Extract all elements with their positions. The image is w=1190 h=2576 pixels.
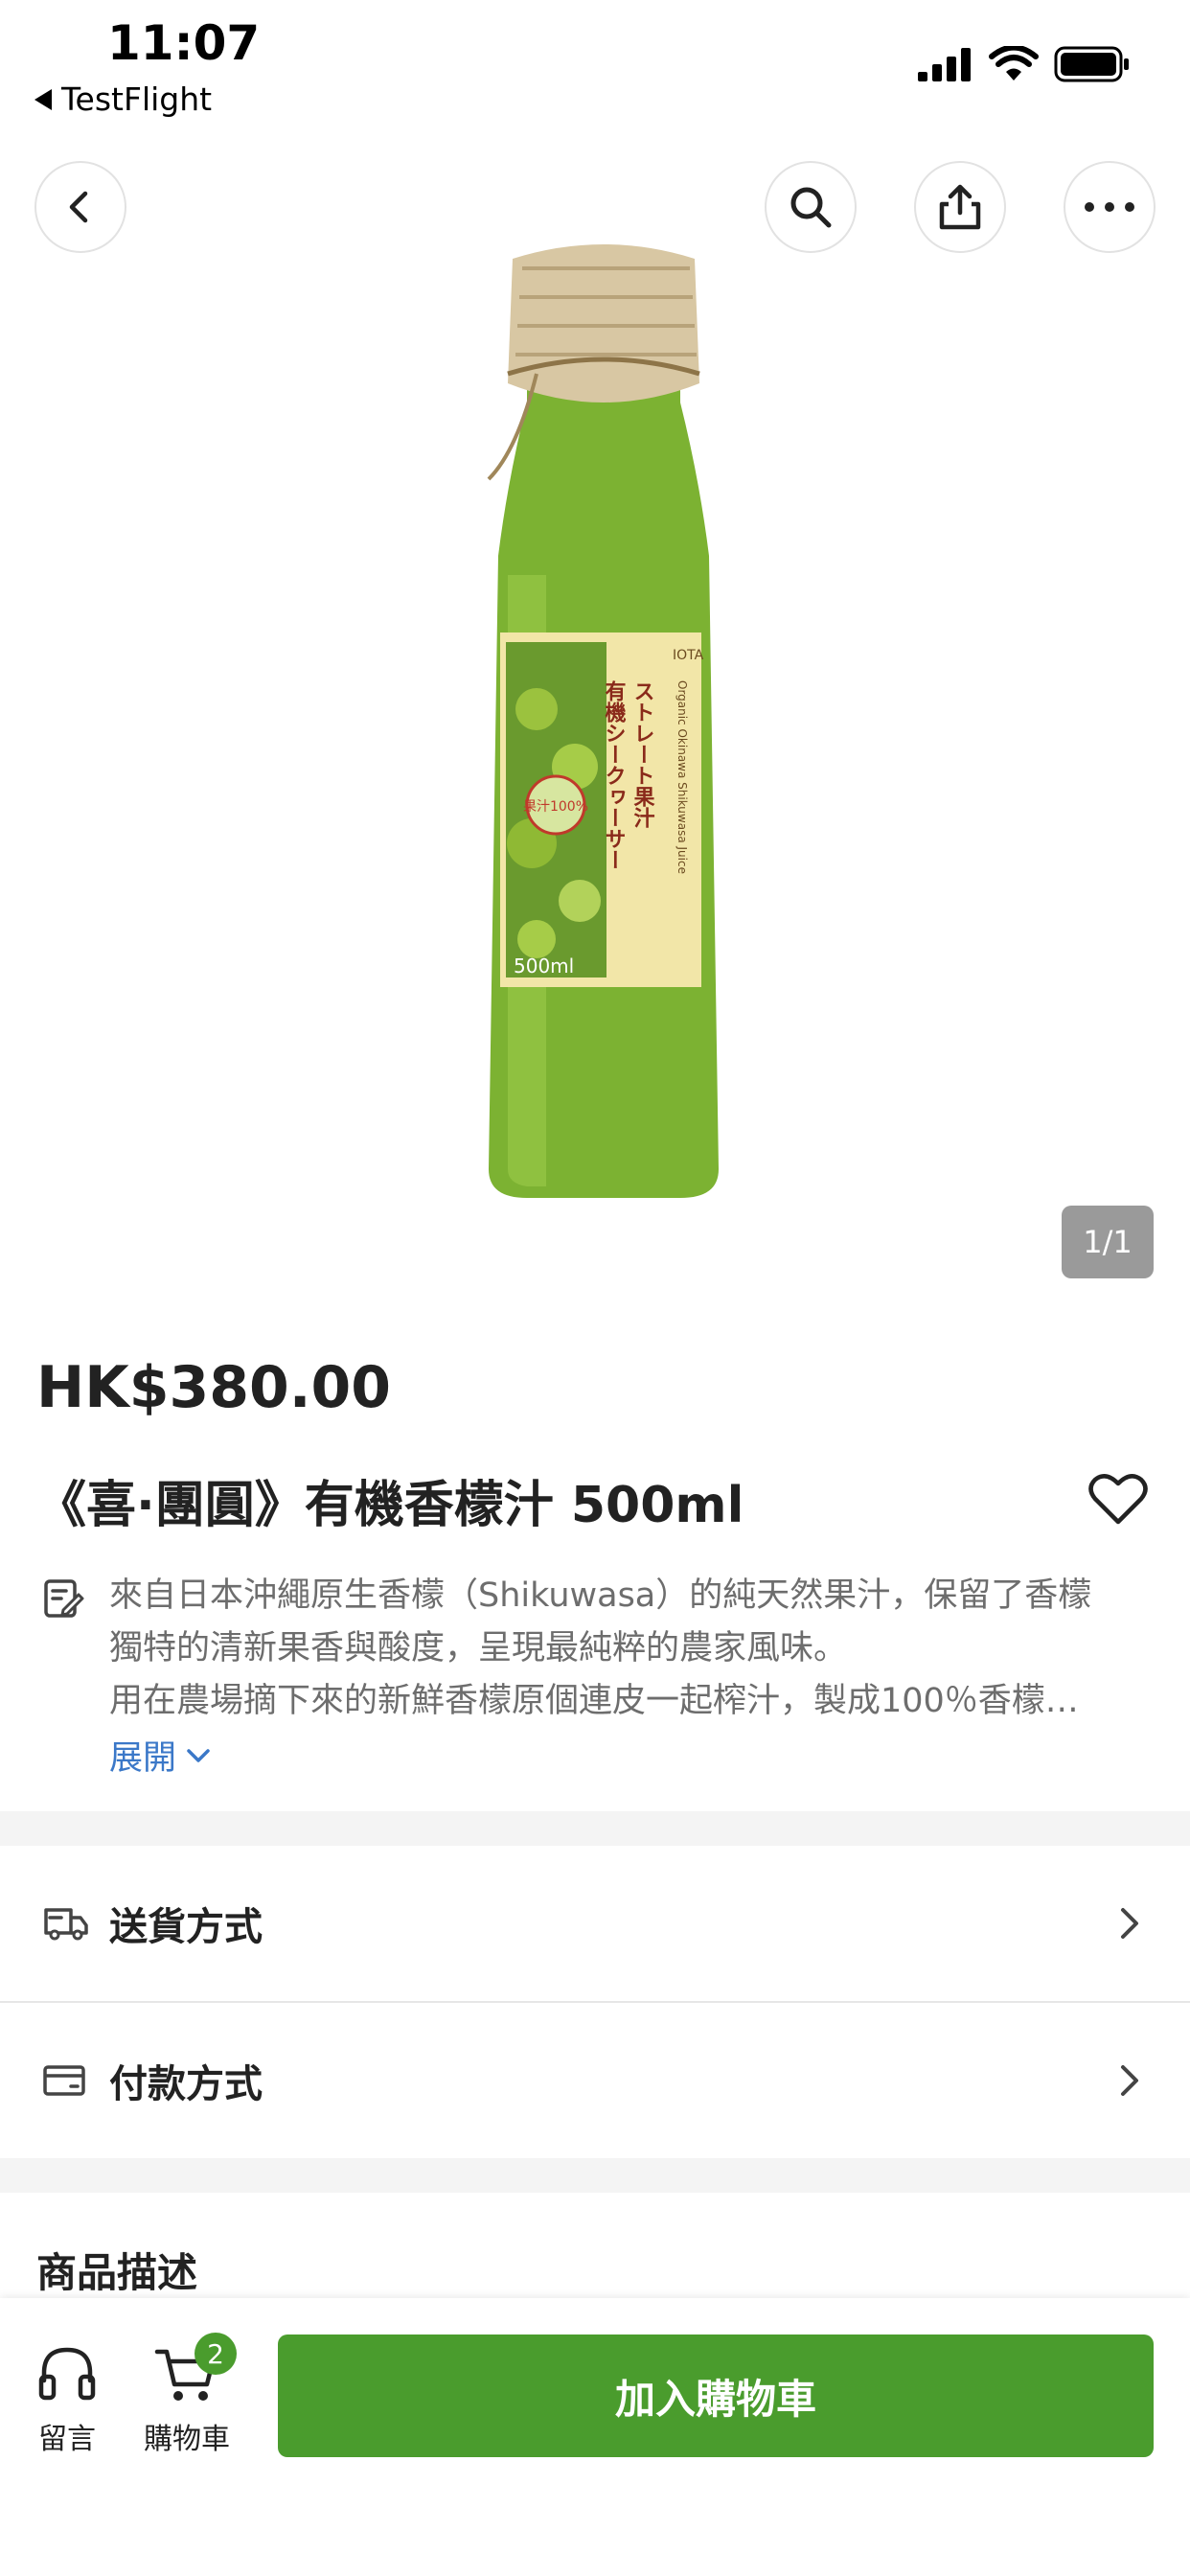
shipping-method-row[interactable]: 送貨方式 [0, 1846, 1190, 2001]
section-separator [0, 1811, 1190, 1846]
cart-label: 購物車 [144, 2423, 230, 2456]
product-price: HK$380.00 [36, 1354, 391, 1421]
more-button[interactable] [1064, 161, 1156, 253]
chevron-right-icon [1121, 1908, 1138, 1939]
image-page-indicator: 1/1 [1062, 1206, 1154, 1278]
shipping-method-label: 送貨方式 [109, 1905, 263, 1949]
battery-icon [1054, 46, 1129, 82]
chevron-right-icon [1121, 2065, 1138, 2096]
wifi-icon [989, 46, 1039, 80]
add-to-cart-button[interactable]: 加入購物車 [278, 2334, 1154, 2457]
payment-method-label: 付款方式 [109, 2062, 263, 2106]
description-section-title: 商品描述 [36, 2249, 198, 2296]
search-icon [790, 187, 832, 228]
credit-card-icon [43, 2065, 85, 2096]
chevron-down-icon [187, 1748, 210, 1762]
bottle-volume-text: 500ml [514, 954, 574, 978]
favorite-heart-icon[interactable] [1088, 1472, 1148, 1526]
payment-method-row[interactable]: 付款方式 [0, 2003, 1190, 2158]
share-icon [939, 184, 981, 230]
status-icons [918, 46, 1131, 82]
bottle-title-line1: 有機シークヮーサー [602, 679, 627, 870]
back-to-app-link[interactable]: TestFlight [34, 80, 212, 118]
product-title: 《喜·團圓》有機香檬汁 500ml [36, 1477, 744, 1534]
back-triangle-icon [34, 88, 52, 110]
expand-label: 展開 [109, 1739, 177, 1778]
description-line-3: 用在農場摘下來的新鮮香檬原個連皮一起榨汁，製成100％香檬… [109, 1682, 1079, 1720]
cart-count-badge: 2 [195, 2333, 237, 2375]
chat-button[interactable]: 留言 [36, 2344, 98, 2457]
product-image[interactable]: 果汁100% IOTA 有機シークヮーサー ストレート果汁 Organic Ok… [469, 230, 738, 1208]
headset-icon [38, 2347, 96, 2401]
search-button[interactable] [765, 161, 857, 253]
status-time: 11:07 [107, 15, 261, 71]
expand-description-link[interactable]: 展開 [109, 1731, 211, 1780]
product-description: 來自日本沖繩原生香檬（Shikuwasa）的純天然果汁，保留了香檬 獨特的清新果… [109, 1570, 1134, 1728]
delivery-truck-icon [44, 1908, 88, 1941]
bottle-title-line2: ストレート果汁 [630, 680, 655, 828]
description-line-2: 獨特的清新果香與酸度，呈現最純粹的農家風味。 [109, 1629, 848, 1668]
description-line-1: 來自日本沖繩原生香檬（Shikuwasa）的純天然果汁，保留了香檬 [109, 1576, 1092, 1615]
back-button[interactable] [34, 161, 126, 253]
signal-icon [918, 48, 971, 81]
bottle-cert-text: IOTA [673, 648, 704, 663]
chevron-left-icon [69, 191, 88, 223]
bottle-seal-text: 果汁100% [523, 799, 588, 815]
description-icon [44, 1579, 84, 1618]
bottle-english-text: Organic Okinawa Shikuwasa Juice [675, 680, 689, 874]
status-bar: 11:07 TestFlight [0, 0, 1190, 125]
more-icon [1085, 202, 1134, 212]
share-button[interactable] [914, 161, 1006, 253]
chat-label: 留言 [38, 2423, 96, 2456]
back-app-label: TestFlight [61, 80, 213, 118]
section-separator [0, 2158, 1190, 2193]
